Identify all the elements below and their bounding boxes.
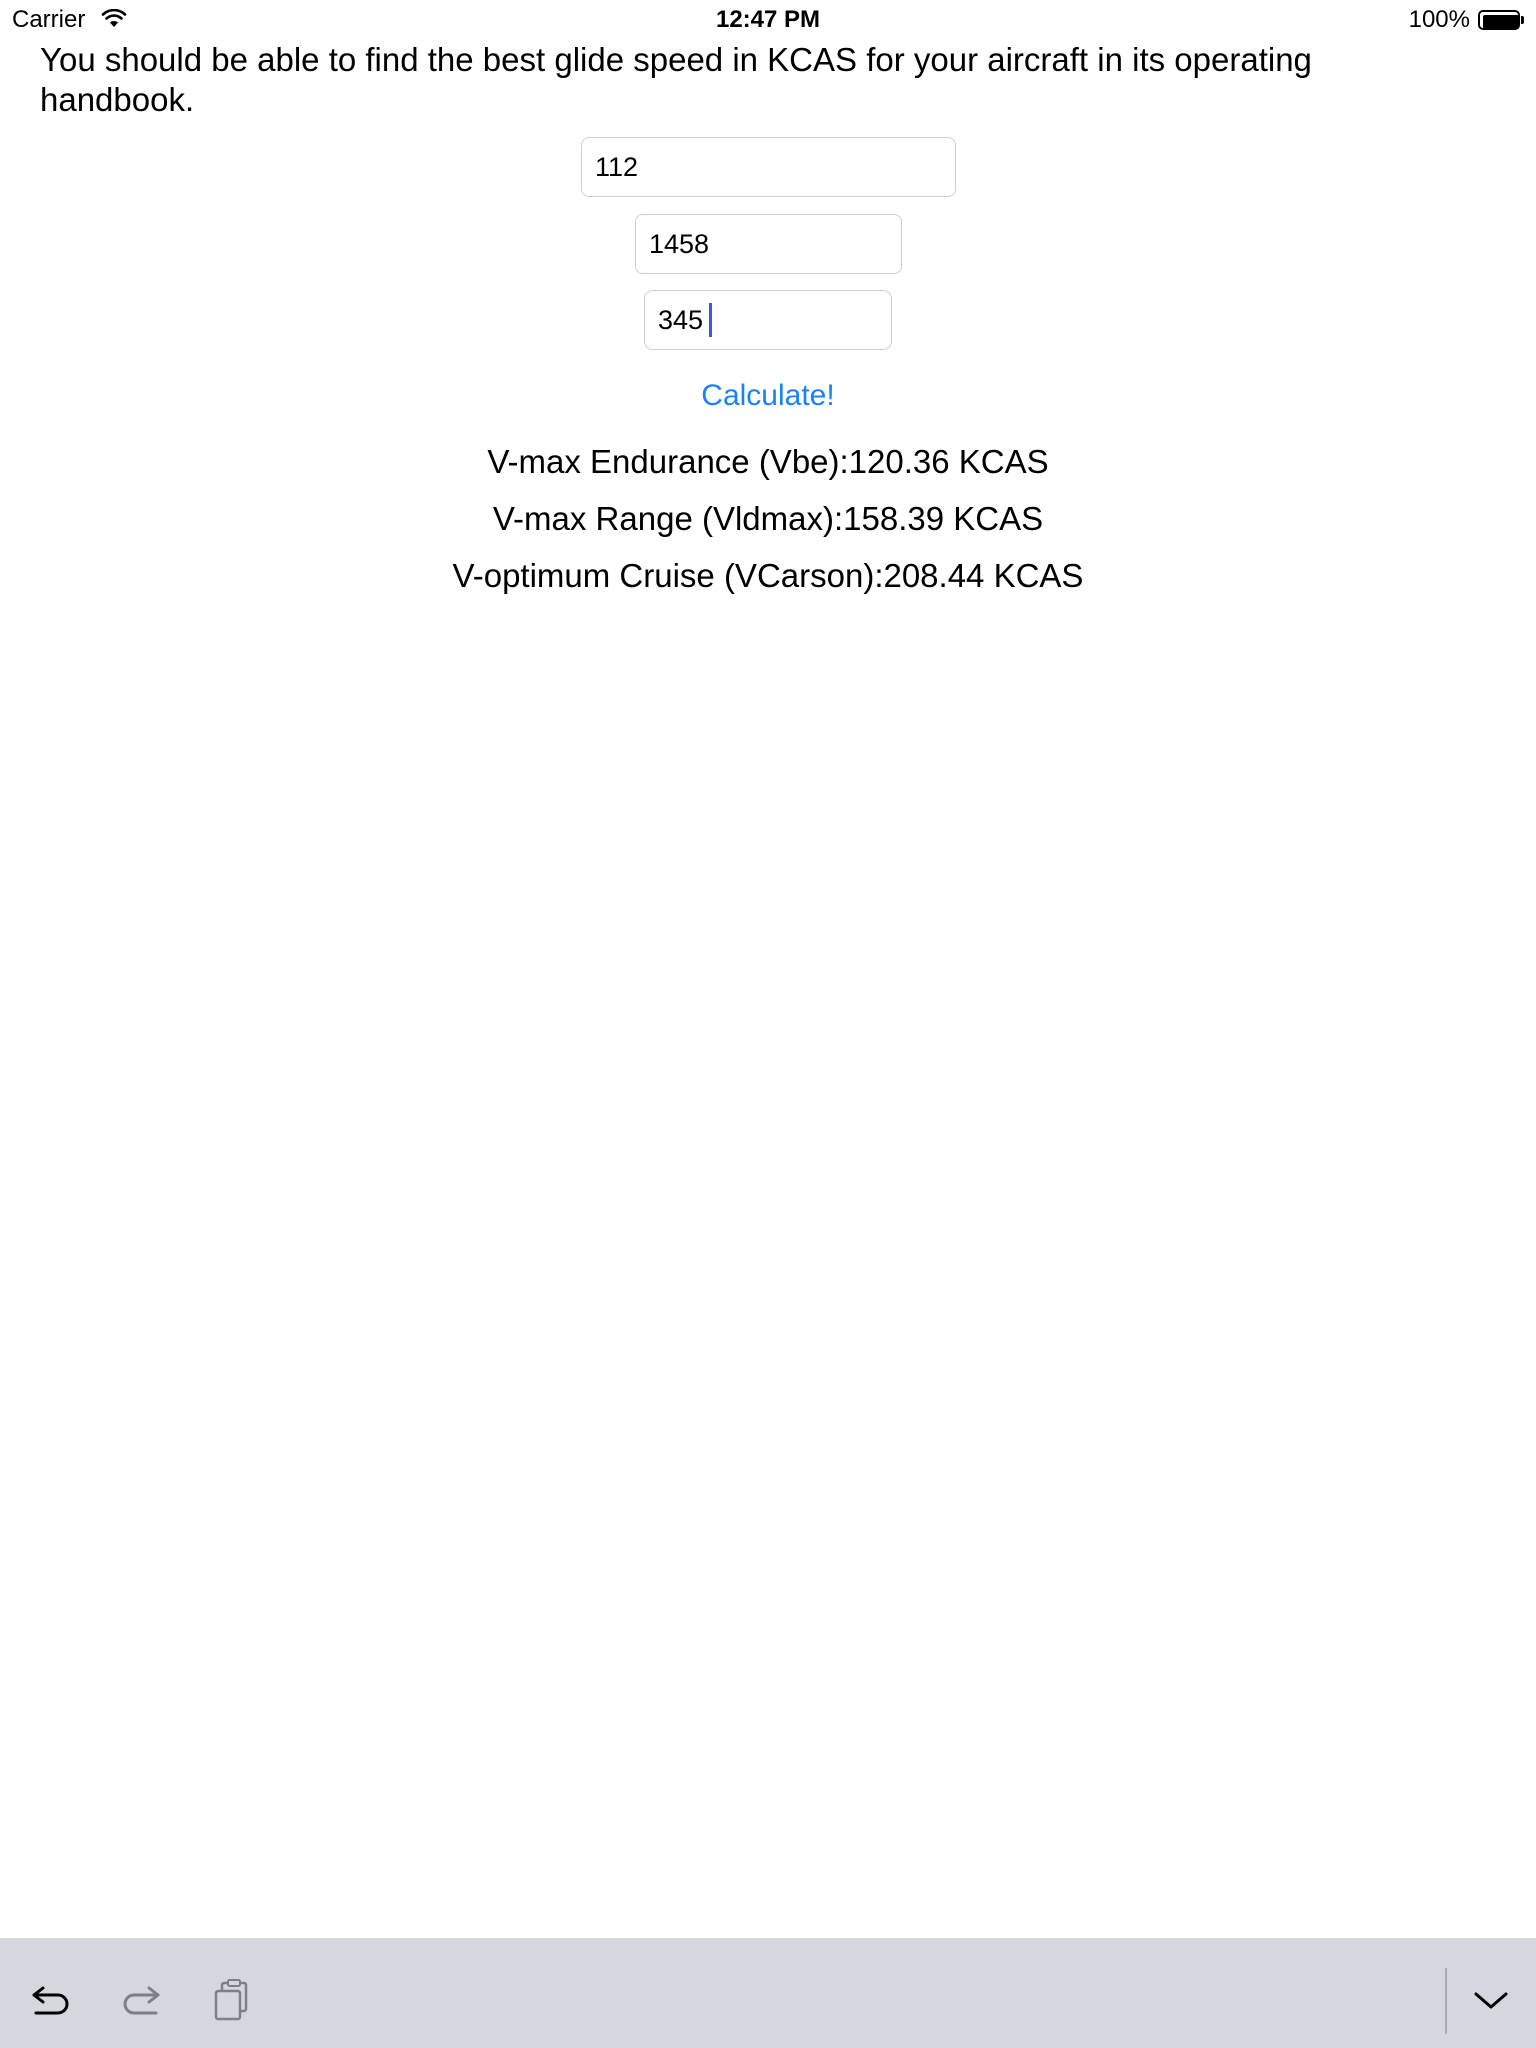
calculate-button[interactable]: Calculate! (0, 376, 1536, 416)
battery-icon (1478, 10, 1526, 32)
shortcut-divider (1445, 1968, 1447, 2034)
glide-speed-input[interactable] (581, 137, 956, 197)
dismiss-keyboard-icon[interactable] (1466, 1975, 1516, 2025)
result-endurance: V-max Endurance (Vbe):120.36 KCAS (487, 443, 1049, 480)
result-range: V-max Range (Vldmax):158.39 KCAS (492, 500, 1044, 537)
keyboard-shortcut-bar (0, 1938, 1536, 2048)
paste-icon[interactable] (208, 1975, 258, 2025)
status-bar: Carrier 12:47 PM 100% (0, 0, 1536, 40)
weight-input[interactable] (635, 214, 902, 274)
instruction-text: You should be able to find the best glid… (40, 41, 1312, 118)
undo-icon[interactable] (26, 1975, 76, 2025)
result-cruise: V-optimum Cruise (VCarson):208.44 KCAS (452, 557, 1084, 594)
battery-percentage: 100% (1408, 6, 1470, 33)
redo-icon[interactable] (116, 1975, 166, 2025)
third-value-input[interactable] (644, 290, 892, 350)
status-time: 12:47 PM (715, 6, 821, 33)
text-cursor (709, 303, 712, 337)
